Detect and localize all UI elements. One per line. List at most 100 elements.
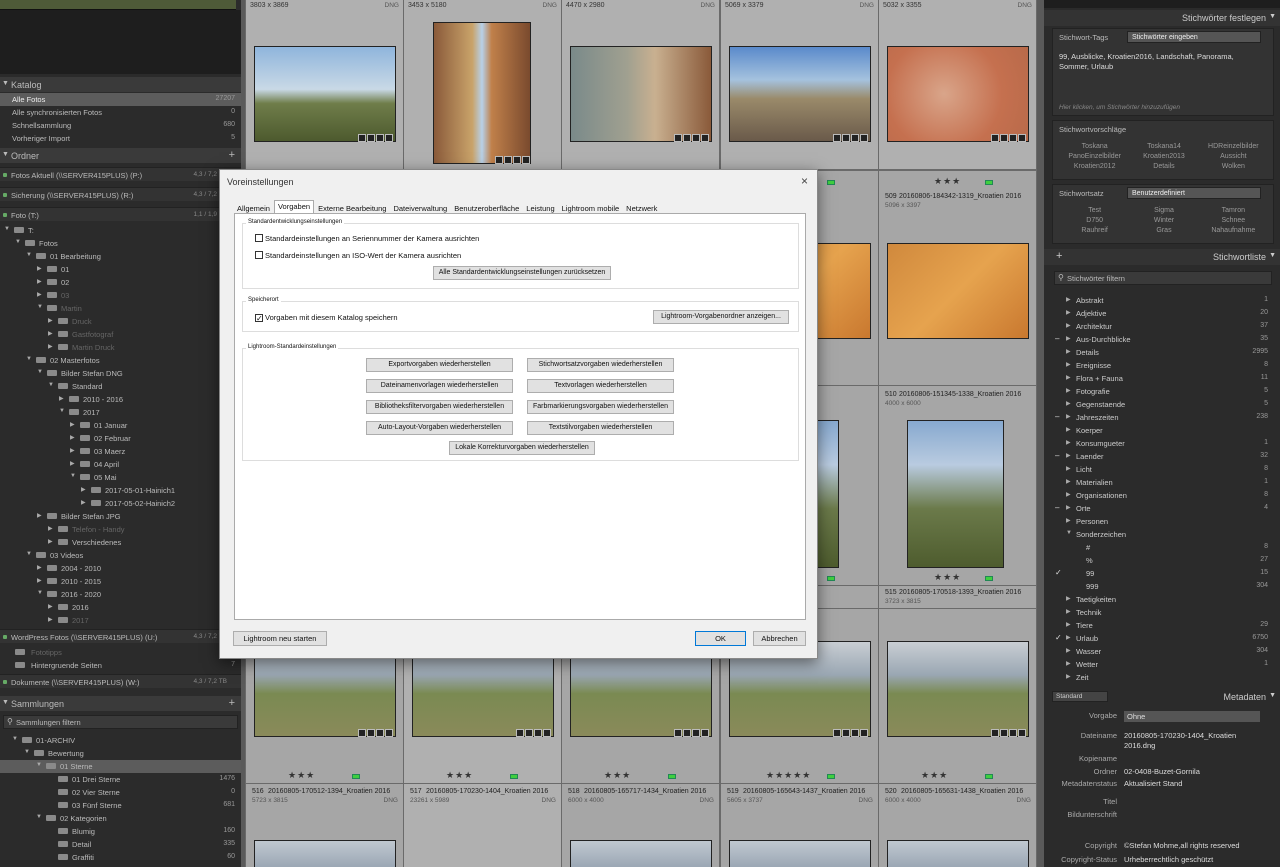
photo-thumbnail[interactable] [887, 46, 1029, 142]
keyword-set-item[interactable]: Nahaufnahme [1199, 227, 1268, 234]
check-icon[interactable]: ✓ [1055, 633, 1062, 642]
badge-icons[interactable] [495, 156, 530, 164]
restore-preset-button[interactable]: Textstilvorgaben wiederherstellen [527, 421, 674, 435]
keyword-set-item[interactable]: D750 [1060, 217, 1129, 224]
collection-row[interactable]: 02 Vier Sterne 0 [0, 786, 241, 799]
collections-header[interactable]: ▼ Sammlungen + [0, 696, 241, 711]
chevron-right-icon[interactable]: ▶ [81, 486, 86, 493]
keyword-row[interactable]: % 27 [1044, 554, 1280, 567]
add-collection-icon[interactable]: + [229, 697, 235, 709]
checkbox-iso[interactable]: Standardeinstellungen an ISO-Wert der Ka… [255, 251, 461, 260]
keyword-set-item[interactable]: Winter [1129, 217, 1198, 224]
rating-stars[interactable]: ★★★ [288, 770, 315, 781]
chevron-down-icon[interactable]: ▼ [59, 408, 65, 414]
green-label[interactable] [352, 774, 360, 779]
thumbnail-cell[interactable]: 519 20160805-165643-1437_Kroatien 2016 560… [720, 783, 879, 867]
chevron-right-icon[interactable]: ▶ [1066, 335, 1071, 342]
chevron-right-icon[interactable]: ▶ [1066, 634, 1071, 641]
keyword-hint[interactable]: Hier klicken, um Stichwörter hinzuzufüge… [1059, 104, 1180, 111]
keyword-row[interactable]: ▶ Fotografie 5 [1044, 385, 1280, 398]
keyword-suggestion[interactable]: Toskana [1060, 143, 1129, 150]
chevron-right-icon[interactable]: ▶ [48, 343, 53, 350]
chevron-right-icon[interactable]: ▶ [48, 525, 53, 532]
chevron-right-icon[interactable]: ▶ [1066, 426, 1071, 433]
chevron-right-icon[interactable]: ▶ [1066, 439, 1071, 446]
chevron-down-icon[interactable]: ▼ [1066, 530, 1072, 536]
folder-row[interactable]: ▶ 02 [0, 276, 241, 289]
folder-row[interactable]: ▼03 Videos2 [0, 549, 241, 562]
folder-row[interactable]: ▶ 01 [0, 263, 241, 276]
rating-stars[interactable]: ★★★ [921, 770, 948, 781]
keyword-filter-input[interactable]: ⚲ Stichwörter filtern [1054, 271, 1272, 285]
thumbnail-cell[interactable]: ★★★ 509 20160806-184342-1319_Kroatien 2016… [878, 170, 1037, 386]
keyword-set-item[interactable]: Tamron [1199, 207, 1268, 214]
catalog-item[interactable]: Alle synchronisierten Fotos 0 [0, 106, 241, 119]
chevron-right-icon[interactable]: ▶ [48, 538, 53, 545]
keyword-row[interactable]: ✓ ▶ Urlaub 6750 [1044, 632, 1280, 645]
metadata-row[interactable]: Titel [1044, 797, 1280, 809]
photo-thumbnail[interactable] [433, 22, 531, 164]
restore-preset-button[interactable]: Bibliotheksfiltervorgaben wiederherstell… [366, 400, 513, 414]
keyword-row[interactable]: ▶ Koerper [1044, 424, 1280, 437]
photo-thumbnail[interactable] [907, 420, 1004, 568]
chevron-right-icon[interactable]: ▶ [48, 603, 53, 610]
add-keyword-icon[interactable]: + [1056, 250, 1062, 262]
chevron-right-icon[interactable]: ▶ [1066, 361, 1071, 368]
chevron-right-icon[interactable]: ▶ [59, 395, 64, 402]
volume-row[interactable]: Foto (T:) 1,1 / 1,9 TB [0, 207, 241, 221]
keyword-row[interactable]: ▶ Technik [1044, 606, 1280, 619]
keyword-suggestion[interactable]: PanoEinzelbilder [1060, 153, 1129, 160]
rating-stars[interactable]: ★★★ [934, 572, 961, 583]
keyword-row[interactable]: ▶ Flora + Fauna 11 [1044, 372, 1280, 385]
add-folder-icon[interactable]: + [229, 149, 235, 161]
green-label[interactable] [827, 180, 835, 185]
chevron-down-icon[interactable]: ▼ [70, 473, 76, 479]
keyword-row[interactable]: ▶ Wasser 304 [1044, 645, 1280, 658]
folder-row[interactable]: ▶ 2017-05-02-Hainich2 [0, 497, 241, 510]
checkbox-serial[interactable]: Standardeinstellungen an Seriennummer de… [255, 234, 479, 243]
folder-row[interactable]: ▶ Druck [0, 315, 241, 328]
folder-row[interactable]: ▼ 2017 [0, 406, 241, 419]
chevron-down-icon[interactable]: ▼ [4, 226, 10, 232]
folder-row[interactable]: ▼T:2 [0, 224, 241, 237]
rating-stars[interactable]: ★★★★★ [766, 770, 811, 781]
keyword-row[interactable]: ▼ Sonderzeichen [1044, 528, 1280, 541]
collections-filter-input[interactable]: ⚲ Sammlungen filtern [3, 715, 238, 729]
keyword-suggestion[interactable]: Kroatien2013 [1129, 153, 1198, 160]
thumbnail-cell[interactable]: 516 20160805-170512-1394_Kroatien 2016 572… [245, 783, 404, 867]
chevron-right-icon[interactable]: ▶ [1066, 478, 1071, 485]
badge-icons[interactable] [991, 134, 1026, 142]
green-label[interactable] [668, 774, 676, 779]
folder-row[interactable]: ▼Standard2 [0, 380, 241, 393]
keyword-row[interactable]: ▶ Abstrakt 1 [1044, 294, 1280, 307]
chevron-right-icon[interactable]: ▶ [70, 434, 75, 441]
chevron-right-icon[interactable]: ▶ [70, 447, 75, 454]
keyword-set-item[interactable]: Schnee [1199, 217, 1268, 224]
folder-row[interactable]: ▼01 Bearbeitung2 [0, 250, 241, 263]
chevron-down-icon[interactable]: ▼ [37, 590, 43, 596]
chevron-right-icon[interactable]: ▶ [37, 577, 42, 584]
folder-row[interactable]: ▶ Telefon - Handy [0, 523, 241, 536]
keyword-row[interactable]: ▶ Organisationen 8 [1044, 489, 1280, 502]
green-label[interactable] [985, 576, 993, 581]
thumbnail-cell[interactable]: 3803 x 3869 DNG [245, 0, 404, 170]
metadata-row[interactable]: Dateiname 20160805-170230-1404_Kroatien 2… [1044, 731, 1280, 750]
keyword-row[interactable]: – ▶ Orte 4 [1044, 502, 1280, 515]
keyword-row[interactable]: – ▶ Jahreszeiten 238 [1044, 411, 1280, 424]
chevron-down-icon[interactable]: ▼ [37, 304, 43, 310]
keyword-list-header[interactable]: + Stichwortliste ▼ [1044, 249, 1280, 265]
keyword-suggestion[interactable]: Wolken [1199, 163, 1268, 170]
collection-row[interactable]: ▼ Bewertung [0, 747, 241, 760]
folder-row[interactable]: Hintergruende Seiten 7 [0, 659, 241, 672]
chevron-right-icon[interactable]: ▶ [48, 317, 53, 324]
cancel-button[interactable]: Abbrechen [753, 631, 806, 646]
folder-row[interactable]: ▼2016 - 20202 [0, 588, 241, 601]
photo-thumbnail[interactable] [887, 243, 1029, 339]
chevron-down-icon[interactable]: ▼ [15, 239, 21, 245]
keyword-row[interactable]: – ▶ Laender 32 [1044, 450, 1280, 463]
metadata-row[interactable]: Vorgabe Ohne [1044, 711, 1280, 723]
folder-row[interactable]: ▶ 2017-05-01-Hainich1 [0, 484, 241, 497]
chevron-down-icon[interactable]: ▼ [12, 736, 18, 742]
chevron-right-icon[interactable]: ▶ [37, 564, 42, 571]
keyword-suggestion[interactable]: Kroatien2012 [1060, 163, 1129, 170]
